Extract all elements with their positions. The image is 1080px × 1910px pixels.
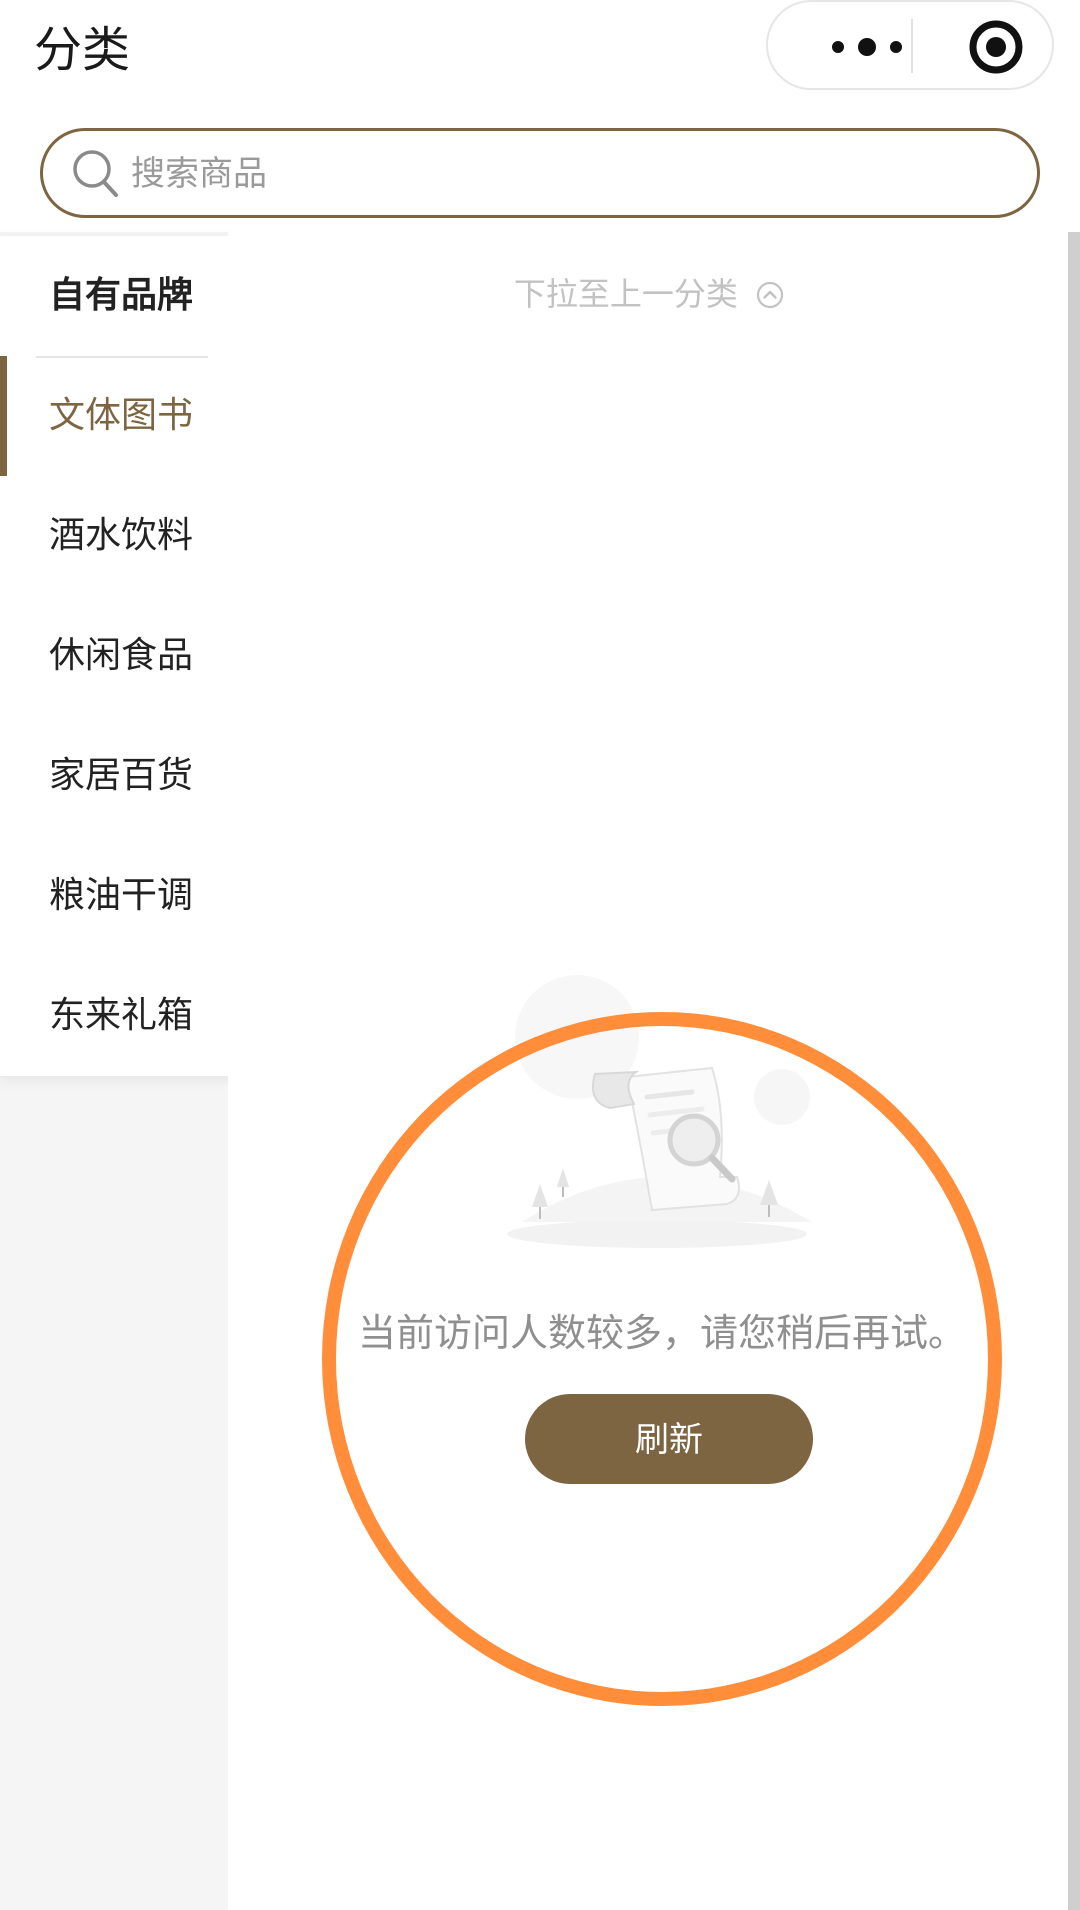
sidebar-item-stationery-books[interactable]: 文体图书	[0, 356, 242, 476]
chevron-up-circle-icon	[756, 281, 784, 309]
sidebar-item-own-brand[interactable]: 自有品牌	[0, 236, 242, 356]
sidebar-item-drinks[interactable]: 酒水饮料	[0, 476, 242, 596]
top-bar: 分类	[0, 0, 1080, 110]
scrollbar[interactable]	[1068, 232, 1080, 1910]
category-sidebar: 自有品牌 文体图书 酒水饮料 休闲食品 家居百货 粮油干调 东来礼箱	[0, 236, 242, 1076]
mini-program-capsule	[766, 0, 1054, 90]
pull-to-previous-hint[interactable]: 下拉至上一分类	[228, 274, 1070, 314]
search-bar[interactable]	[40, 128, 1040, 218]
highlight-circle	[322, 1012, 1002, 1706]
product-content: 下拉至上一分类 当前访问人数较多，请您稍后再试。 刷新	[228, 232, 1070, 1910]
sidebar-item-snacks[interactable]: 休闲食品	[0, 596, 242, 716]
sidebar-item-home-goods[interactable]: 家居百货	[0, 716, 242, 836]
sidebar-item-gift-box[interactable]: 东来礼箱	[0, 956, 242, 1076]
pull-hint-text: 下拉至上一分类	[513, 275, 738, 313]
sidebar-item-grain-oil[interactable]: 粮油干调	[0, 836, 242, 956]
refresh-button[interactable]: 刷新	[525, 1394, 813, 1484]
capsule-divider	[911, 19, 913, 73]
search-input[interactable]	[129, 143, 1013, 205]
page-title: 分类	[34, 22, 131, 78]
search-icon	[73, 150, 118, 197]
target-circle-icon[interactable]	[946, 2, 1046, 90]
more-dots-icon[interactable]	[806, 2, 928, 90]
error-message: 当前访问人数较多，请您稍后再试。	[357, 1311, 966, 1355]
